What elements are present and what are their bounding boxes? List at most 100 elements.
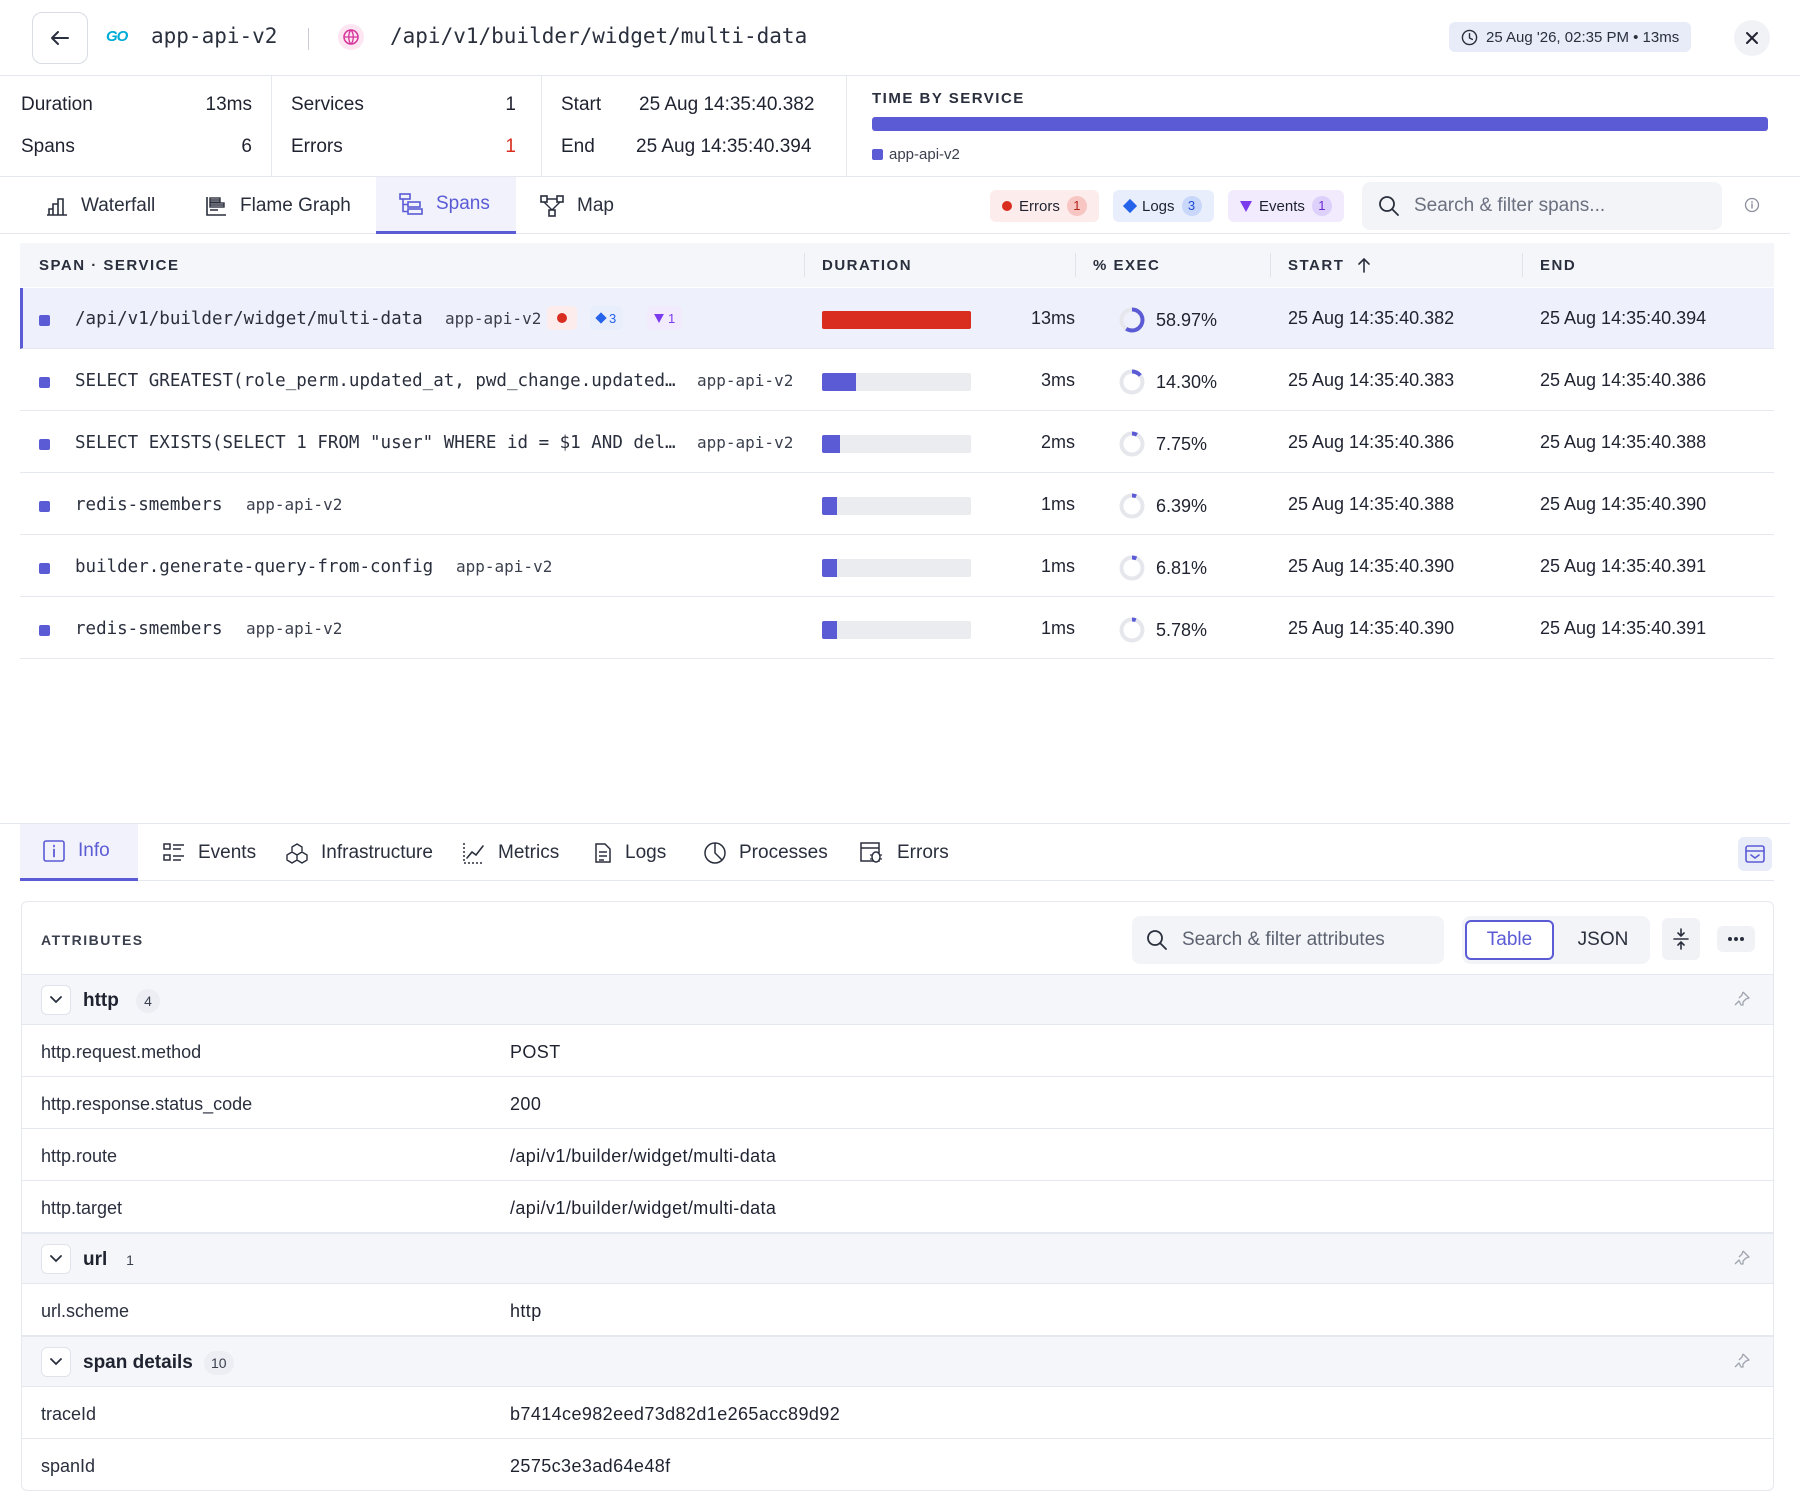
tab-metrics[interactable]: Metrics (440, 824, 581, 881)
col-duration[interactable]: DURATION (822, 257, 912, 274)
error-dot-icon (1002, 201, 1012, 211)
chevron-down-icon[interactable] (41, 1347, 71, 1377)
errors-label: Errors (291, 136, 343, 157)
exec-ring-icon (1119, 307, 1145, 333)
exec-value: 7.75% (1156, 433, 1208, 454)
attribute-row[interactable]: http.route /api/v1/builder/widget/multi-… (22, 1129, 1773, 1181)
span-name: SELECT EXISTS(SELECT 1 FROM "user" WHERE… (75, 433, 676, 453)
logs-filter-count: 3 (1181, 196, 1202, 216)
info-icon[interactable] (1744, 197, 1760, 213)
attribute-group-span-details[interactable]: span details 10 (22, 1336, 1773, 1387)
globe-icon (338, 24, 364, 50)
attribute-value: 200 (510, 1094, 542, 1114)
back-button[interactable] (32, 12, 88, 64)
start-value: 25 Aug 14:35:40.382 (639, 94, 815, 115)
pin-icon[interactable] (1734, 1353, 1750, 1369)
span-row[interactable]: redis-smembers app-api-v2 1ms 6.39% 25 A… (20, 474, 1774, 535)
attribute-search-input[interactable]: Search & filter attributes (1132, 916, 1444, 964)
chevron-down-icon[interactable] (41, 1244, 71, 1274)
span-search-input[interactable]: Search & filter spans... (1362, 182, 1722, 230)
col-start[interactable]: START (1288, 257, 1344, 274)
col-end[interactable]: END (1540, 257, 1576, 274)
attribute-row[interactable]: spanId 2575c3e3ad64e48f (22, 1439, 1773, 1490)
attribute-row[interactable]: http.response.status_code 200 (22, 1077, 1773, 1129)
clock-icon (1461, 29, 1478, 45)
services-value: 1 (505, 94, 516, 115)
pin-icon[interactable] (1734, 991, 1750, 1007)
attribute-value: /api/v1/builder/widget/multi-data (510, 1146, 777, 1166)
tab-infrastructure[interactable]: Infrastructure (263, 824, 455, 881)
more-options-button[interactable] (1717, 926, 1755, 952)
legend-label: app-api-v2 (889, 146, 960, 163)
duration-bar (822, 559, 971, 577)
trace-time-text: 25 Aug '26, 02:35 PM • 13ms (1486, 28, 1680, 46)
search-icon (1379, 196, 1399, 216)
tab-flame-graph[interactable]: Flame Graph (182, 177, 373, 234)
span-row[interactable]: /api/v1/builder/widget/multi-data app-ap… (20, 288, 1774, 349)
duration-bar-fill (822, 621, 837, 639)
tab-errors[interactable]: Errors (837, 824, 971, 881)
legend-swatch (872, 149, 883, 160)
attribute-key: http.response.status_code (41, 1094, 253, 1114)
table-view-button[interactable]: Table (1465, 920, 1554, 960)
exec-percent: 14.30% (1118, 368, 1217, 396)
pin-icon[interactable] (1734, 1250, 1750, 1266)
json-view-button[interactable]: JSON (1560, 920, 1646, 960)
col-exec[interactable]: % EXEC (1093, 257, 1160, 274)
exec-ring-icon (1119, 617, 1145, 643)
boxes-icon (286, 842, 308, 864)
route-title: /api/v1/builder/widget/multi-data (390, 24, 808, 48)
attribute-group-http[interactable]: http 4 (22, 974, 1773, 1025)
attribute-row[interactable]: http.request.method POST (22, 1025, 1773, 1077)
span-end: 25 Aug 14:35:40.386 (1540, 370, 1707, 390)
span-logs-count: 3 (609, 310, 617, 326)
exec-percent: 6.81% (1118, 554, 1207, 582)
tab-logs[interactable]: Logs (571, 824, 688, 881)
tab-info[interactable]: Info (20, 824, 138, 881)
errors-filter-label: Errors (1019, 197, 1060, 215)
span-logs-badge[interactable]: 3 (590, 306, 624, 330)
tab-logs-label: Logs (625, 841, 667, 863)
attribute-row[interactable]: url.scheme http (22, 1284, 1773, 1336)
bug-report-icon (860, 841, 882, 863)
events-filter-pill[interactable]: Events 1 (1228, 190, 1344, 222)
span-row[interactable]: builder.generate-query-from-config app-a… (20, 536, 1774, 597)
attribute-group-url[interactable]: url 1 (22, 1233, 1773, 1284)
col-span-service[interactable]: SPAN · SERVICE (39, 257, 179, 274)
errors-filter-pill[interactable]: Errors 1 (990, 190, 1099, 222)
service-color-swatch (39, 377, 50, 388)
exec-value: 58.97% (1156, 309, 1218, 330)
span-row[interactable]: redis-smembers app-api-v2 1ms 5.78% 25 A… (20, 598, 1774, 659)
duration-bar-fill (822, 559, 837, 577)
span-error-badge[interactable] (547, 306, 577, 330)
tab-spans[interactable]: Spans (376, 177, 516, 234)
view-mode-toggle: Table JSON (1462, 916, 1650, 964)
collapse-icon (1745, 845, 1765, 863)
duration-bar (822, 497, 971, 515)
logs-filter-pill[interactable]: Logs 3 (1113, 190, 1214, 222)
attribute-row[interactable]: traceId b7414ce982eed73d82d1e265acc89d92 (22, 1387, 1773, 1439)
map-icon (540, 194, 564, 217)
collapse-panel-button[interactable] (1738, 837, 1772, 871)
tab-map[interactable]: Map (517, 177, 636, 234)
tab-events[interactable]: Events (140, 824, 278, 881)
span-row[interactable]: SELECT EXISTS(SELECT 1 FROM "user" WHERE… (20, 412, 1774, 473)
chevron-down-icon[interactable] (41, 985, 71, 1015)
metrics-icon (463, 842, 484, 864)
attribute-value: 2575c3e3ad64e48f (510, 1456, 671, 1476)
span-start: 25 Aug 14:35:40.390 (1288, 618, 1455, 638)
tab-processes[interactable]: Processes (681, 824, 850, 881)
span-row[interactable]: SELECT GREATEST(role_perm.updated_at, pw… (20, 350, 1774, 411)
compact-rows-button[interactable] (1662, 918, 1700, 960)
close-button[interactable] (1734, 20, 1770, 56)
attribute-row[interactable]: http.target /api/v1/builder/widget/multi… (22, 1181, 1773, 1233)
duration-bar-fill (822, 311, 971, 329)
spans-value: 6 (241, 136, 252, 157)
time-by-service-bar[interactable] (872, 117, 1768, 131)
span-name: builder.generate-query-from-config (75, 557, 434, 577)
span-service: app-api-v2 (697, 433, 794, 452)
sort-ascending-icon[interactable] (1357, 257, 1371, 273)
search-icon (1147, 930, 1167, 950)
tab-waterfall[interactable]: Waterfall (23, 177, 177, 234)
span-events-badge[interactable]: 1 (647, 306, 683, 330)
